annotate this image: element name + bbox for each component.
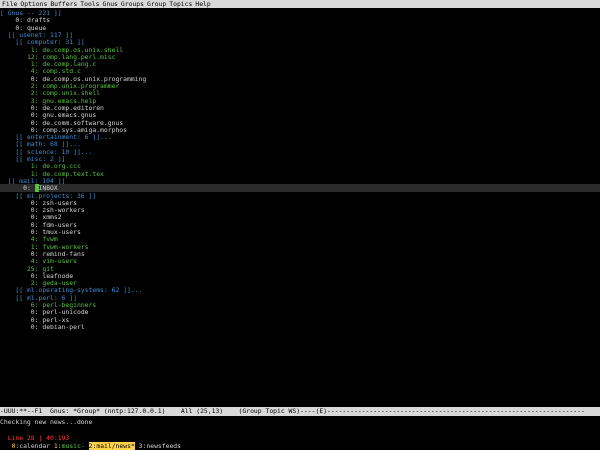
menu-item-group[interactable]: Group <box>145 0 167 8</box>
unread-count: 0 <box>30 322 35 331</box>
tmux-window-2[interactable]: 2:mail/news* <box>88 442 135 450</box>
menu-item-tools[interactable]: Tools <box>78 0 100 8</box>
tmux-status-bar: Line 28 | 40:193 0:calendar 1:music- 2:m… <box>0 426 600 450</box>
group-line[interactable]: 0: debian-perl <box>0 323 600 331</box>
tmux-window-list: 0:calendar 1:music- 2:mail/news* 3:newsf… <box>8 442 181 450</box>
group-buffer: [ Gnus -- 221 ]] 0: drafts 0: queue[[ usen… <box>0 9 600 404</box>
menu-item-file[interactable]: File <box>0 0 18 8</box>
tmux-window-0[interactable]: 0:calendar <box>12 442 51 450</box>
menu-item-topics[interactable]: Topics <box>167 0 193 8</box>
tmux-window-1[interactable]: 1:music- <box>54 442 85 450</box>
menu-item-help[interactable]: Help <box>193 0 211 8</box>
echo-area: Checking new news...done <box>0 418 93 426</box>
menu-item-gnus[interactable]: Gnus <box>101 0 119 8</box>
mode-line: -UUU:**--F1 Gnus: *Group* (nntp:127.0.0.… <box>0 407 600 416</box>
tmux-position: Line 28 | 40:193 <box>7 434 70 442</box>
menu-item-buffers[interactable]: Buffers <box>48 0 78 8</box>
group-name: debian-perl <box>42 322 85 331</box>
menu-item-options[interactable]: Options <box>18 0 48 8</box>
tmux-window-3[interactable]: 3:newsfeeds <box>139 442 181 450</box>
menu-bar: File Options Buffers Tools Gnus Groups Group To… <box>0 0 600 8</box>
menu-item-groups[interactable]: Groups <box>119 0 145 8</box>
